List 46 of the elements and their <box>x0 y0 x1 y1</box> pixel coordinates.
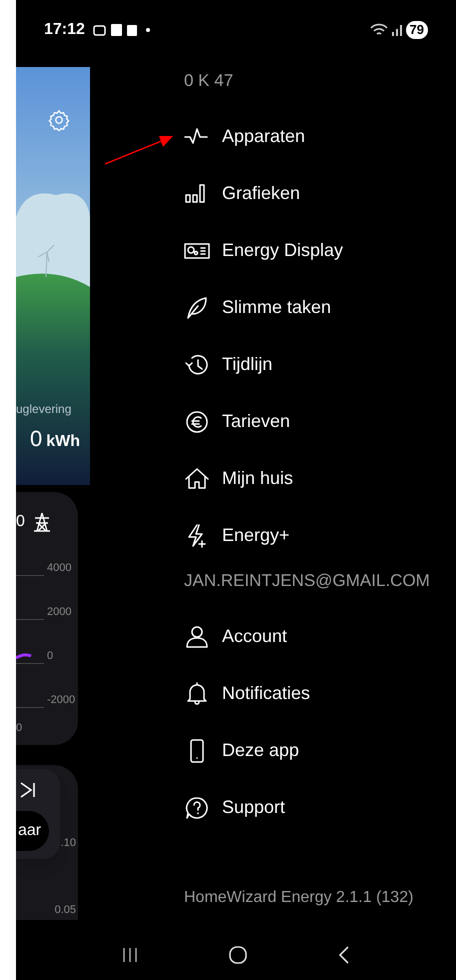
back-icon[interactable] <box>337 945 352 965</box>
menu-item[interactable]: Tarieven <box>222 408 290 435</box>
phone-notification-icon <box>110 24 122 36</box>
axis-label: 0 <box>16 721 22 736</box>
energy-unit: kWh <box>46 432 80 452</box>
status-time: 17:12 <box>44 20 85 40</box>
calendar-icon <box>126 24 137 36</box>
dot-icon <box>146 28 150 32</box>
power-line <box>16 652 32 660</box>
axis-label: 0 <box>47 648 54 664</box>
energy-label: uglevering <box>16 401 72 418</box>
wifi-icon <box>370 23 388 37</box>
menu-item[interactable]: Apparaten <box>222 123 306 150</box>
account-email: JAN.REINTJENS@GMAIL.COM <box>184 570 431 592</box>
axis-label: .10 <box>60 836 76 851</box>
home-icon[interactable] <box>228 945 248 965</box>
pylon-icon <box>32 512 51 532</box>
app-version: HomeWizard Energy 2.1.1 (132) <box>184 888 414 908</box>
recent-apps-icon[interactable] <box>120 946 139 964</box>
help-icon <box>184 794 210 820</box>
device-title: 0 K 47 <box>184 70 234 92</box>
menu-item[interactable]: Account <box>222 623 288 650</box>
menu-item[interactable]: Deze app <box>222 737 300 764</box>
period-button[interactable]: aar <box>16 811 50 851</box>
power-value: 0 <box>16 512 25 532</box>
skip-icon[interactable] <box>20 781 36 799</box>
energy-value: 0 <box>30 425 42 453</box>
menu-item[interactable]: Tijdlijn <box>222 351 272 378</box>
euro-icon <box>184 408 210 434</box>
person-icon <box>184 624 210 650</box>
axis-label: -2000 <box>47 692 76 708</box>
settings-icon[interactable] <box>48 109 70 131</box>
axis-label: 0.05 <box>54 902 76 918</box>
menu-item[interactable]: Slimme taken <box>222 294 332 321</box>
battery-level: 79 <box>406 21 428 39</box>
menu-item[interactable]: Grafieken <box>222 180 300 207</box>
menu-item[interactable]: Notificaties <box>222 680 310 707</box>
screenshot-icon <box>92 24 106 36</box>
axis-label: 4000 <box>47 560 72 576</box>
menu-item[interactable]: Mijn huis <box>222 465 294 492</box>
menu-item[interactable]: Energy Display <box>222 237 344 264</box>
menu-item[interactable]: Energy+ <box>222 522 290 549</box>
menu-item[interactable]: Support <box>222 794 286 821</box>
axis-label: 2000 <box>47 604 72 620</box>
signal-icon <box>390 24 403 36</box>
house-icon <box>184 466 210 492</box>
